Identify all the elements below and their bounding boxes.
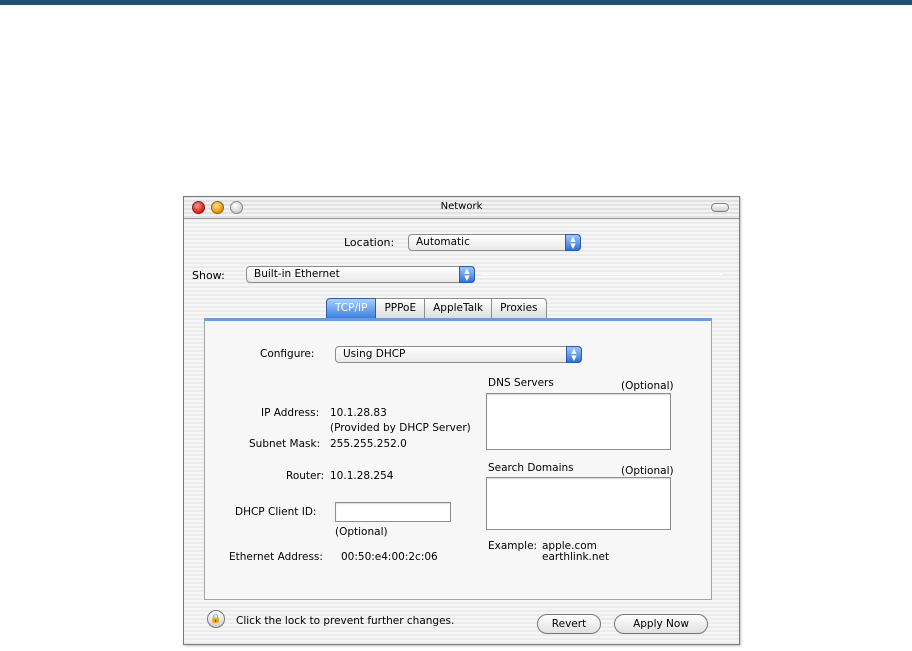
ip-address-label: IP Address: [261,407,320,419]
lock-icon[interactable]: 🔒 [207,610,225,628]
subnet-mask-label: Subnet Mask: [249,438,321,450]
revert-button[interactable]: Revert [537,614,601,634]
ethernet-address-value: 00:50:e4:00:2c:06 [341,551,438,563]
configure-label: Configure: [260,348,315,360]
tab-pppoe[interactable]: PPPoE [376,298,426,319]
location-value: Automatic [416,236,470,248]
show-label: Show: [192,269,225,282]
show-divider [481,274,722,275]
ip-address-note: (Provided by DHCP Server) [330,422,471,434]
tab-appletalk[interactable]: AppleTalk [425,298,493,319]
dhcp-client-id-label: DHCP Client ID: [235,506,317,518]
configure-popup[interactable]: Using DHCP ▲ ▼ [335,346,582,363]
tcpip-pane: Configure: Using DHCP ▲ ▼ IP Address: 10.… [204,318,712,600]
title-bar[interactable]: Network [184,197,739,219]
example-domain-2: earthlink.net [542,551,610,563]
dns-servers-label: DNS Servers [488,377,554,389]
dns-servers-field[interactable] [486,393,671,450]
popup-arrows-icon: ▲ ▼ [459,266,475,283]
tab-bar: TCP/IP PPPoE AppleTalk Proxies [326,298,547,320]
example-label: Example: [488,540,538,552]
router-value: 10.1.28.254 [330,470,394,482]
apply-now-button[interactable]: Apply Now [614,614,708,634]
tab-tcpip[interactable]: TCP/IP [326,298,377,319]
search-domains-optional: (Optional) [621,465,674,477]
location-popup[interactable]: Automatic ▲ ▼ [408,234,581,251]
router-label: Router: [286,470,325,482]
search-domains-field[interactable] [486,477,671,530]
toolbar-toggle-button[interactable] [711,203,729,212]
dhcp-client-id-note: (Optional) [335,526,388,538]
popup-arrows-icon: ▲ ▼ [566,346,582,363]
network-window: Network Location: Automatic ▲ ▼ Show: Bui… [183,196,740,645]
search-domains-label: Search Domains [488,462,574,474]
page-header-rule [0,0,912,5]
configure-value: Using DHCP [343,348,406,360]
dhcp-client-id-field[interactable] [335,502,451,522]
ip-address-value: 10.1.28.83 [330,407,387,419]
popup-arrows-icon: ▲ ▼ [565,234,581,251]
tab-proxies[interactable]: Proxies [492,298,547,319]
subnet-mask-value: 255.255.252.0 [330,438,407,450]
dns-servers-optional: (Optional) [621,380,674,392]
ethernet-address-label: Ethernet Address: [229,551,323,563]
show-popup[interactable]: Built-in Ethernet ▲ ▼ [246,266,475,283]
location-label: Location: [344,236,395,249]
show-value: Built-in Ethernet [254,268,340,280]
lock-message: Click the lock to prevent further change… [236,615,455,627]
window-title: Network [440,201,483,212]
